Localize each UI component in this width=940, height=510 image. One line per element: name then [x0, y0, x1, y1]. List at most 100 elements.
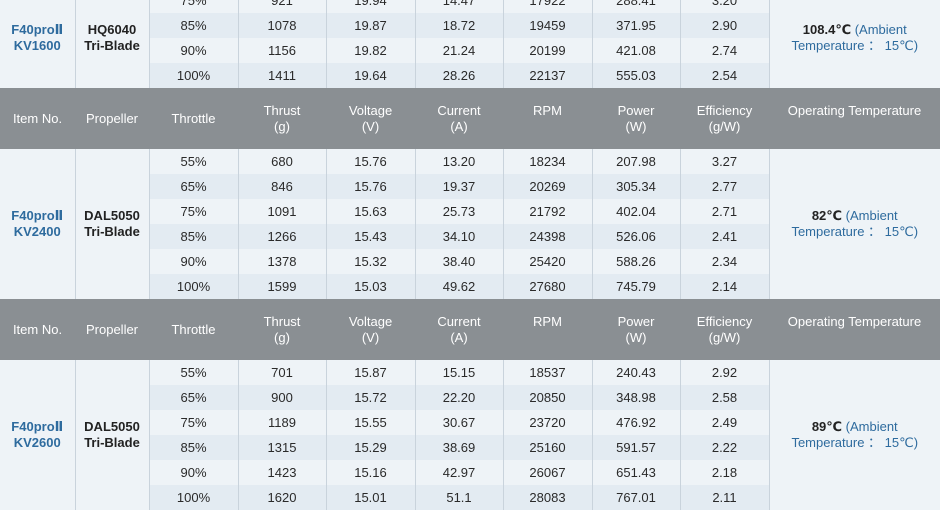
item-number-cell: F40proⅡ KV2400: [0, 149, 75, 299]
data-cell: 42.97: [414, 460, 503, 485]
item-number-line: F40proⅡ: [11, 419, 64, 434]
data-cell: 14.47: [414, 0, 503, 13]
item-kv-line: KV1600: [13, 38, 61, 53]
table-body: F40proⅡ KV1600 HQ6040 Tri-Blade 75% 921 19.94 1…: [0, 0, 940, 510]
data-cell: 526.06: [591, 224, 680, 249]
data-cell: 19.94: [325, 0, 415, 13]
data-cell: 476.92: [591, 410, 680, 435]
data-cell: 85%: [148, 224, 238, 249]
propeller-model: DAL5050: [84, 208, 140, 223]
data-cell: 1091: [237, 199, 326, 224]
data-cell: 55%: [148, 360, 238, 385]
ambient-note: (Ambient: [845, 208, 898, 223]
data-cell: 15.43: [325, 224, 415, 249]
data-cell: 15.15: [414, 360, 503, 385]
propeller-cell: DAL5050 Tri-Blade: [74, 360, 149, 510]
data-cell: 1423: [237, 460, 326, 485]
data-cell: 846: [237, 174, 326, 199]
item-kv-line: KV2600: [13, 435, 61, 450]
data-cell: 2.74: [679, 38, 769, 63]
data-cell: 28083: [502, 485, 592, 510]
data-cell: 19.82: [325, 38, 415, 63]
data-cell: 2.34: [679, 249, 769, 274]
data-cell: 65%: [148, 174, 238, 199]
item-number-cell: F40proⅡ KV2600: [0, 360, 75, 510]
data-cell: 20850: [502, 385, 592, 410]
header-temperature: Operating Temperature: [769, 299, 940, 360]
header-thrust: Thrust (g): [238, 88, 326, 149]
data-cell: 680: [237, 149, 326, 174]
data-cell: 2.22: [679, 435, 769, 460]
data-cell: 2.90: [679, 13, 769, 38]
temperature-value: 82℃: [811, 208, 843, 223]
ambient-temperature-note: Temperature ： 15℃): [791, 38, 919, 53]
data-cell: 18234: [502, 149, 592, 174]
header-row: Item No. Propeller Throttle Thrust (g) Vo…: [0, 299, 940, 360]
data-cell: 591.57: [591, 435, 680, 460]
propeller-model: HQ6040: [87, 22, 137, 37]
item-number-line: F40proⅡ: [11, 22, 64, 37]
data-cell: 49.62: [414, 274, 503, 299]
data-cell: 19459: [502, 13, 592, 38]
data-cell: 51.1: [414, 485, 503, 510]
ambient-temperature-note: Temperature ： 15℃): [791, 435, 919, 450]
data-cell: 421.08: [591, 38, 680, 63]
ambient-temperature-note: Temperature ： 15℃): [791, 224, 919, 239]
header-temperature: Operating Temperature: [769, 88, 940, 149]
data-cell: 15.63: [325, 199, 415, 224]
data-cell: 25160: [502, 435, 592, 460]
data-cell: 745.79: [591, 274, 680, 299]
header-voltage: Voltage (V): [326, 88, 415, 149]
data-cell: 30.67: [414, 410, 503, 435]
data-cell: 20269: [502, 174, 592, 199]
data-cell: 651.43: [591, 460, 680, 485]
data-cell: 15.87: [325, 360, 415, 385]
data-cell: 90%: [148, 460, 238, 485]
data-cell: 85%: [148, 435, 238, 460]
data-cell: 15.32: [325, 249, 415, 274]
data-cell: 21792: [502, 199, 592, 224]
temperature-value: 108.4℃: [802, 22, 852, 37]
data-cell: 19.87: [325, 13, 415, 38]
data-cell: 23720: [502, 410, 592, 435]
propeller-type: Tri-Blade: [84, 435, 140, 450]
data-cell: 27680: [502, 274, 592, 299]
data-cell: 15.03: [325, 274, 415, 299]
data-cell: 348.98: [591, 385, 680, 410]
data-cell: 240.43: [591, 360, 680, 385]
data-cell: 100%: [148, 63, 238, 88]
data-cell: 15.55: [325, 410, 415, 435]
data-cell: 15.16: [325, 460, 415, 485]
data-cell: 2.92: [679, 360, 769, 385]
propeller-type: Tri-Blade: [84, 224, 140, 239]
data-cell: 20199: [502, 38, 592, 63]
header-propeller: Propeller: [75, 88, 149, 149]
data-cell: 588.26: [591, 249, 680, 274]
data-cell: 1620: [237, 485, 326, 510]
propeller-type: Tri-Blade: [84, 38, 140, 53]
data-cell: 2.71: [679, 199, 769, 224]
data-cell: 2.18: [679, 460, 769, 485]
data-cell: 17922: [502, 0, 592, 13]
header-power: Power (W): [592, 88, 680, 149]
data-cell: 371.95: [591, 13, 680, 38]
operating-temperature-cell: 108.4℃ (Ambient Temperature ： 15℃): [768, 0, 940, 88]
data-cell: 701: [237, 360, 326, 385]
data-cell: 18537: [502, 360, 592, 385]
data-cell: 1599: [237, 274, 326, 299]
item-number-cell: F40proⅡ KV1600: [0, 0, 75, 88]
header-power: Power (W): [592, 299, 680, 360]
data-cell: 1078: [237, 13, 326, 38]
data-cell: 1315: [237, 435, 326, 460]
header-efficiency: Efficiency (g/W): [680, 88, 769, 149]
data-cell: 25.73: [414, 199, 503, 224]
data-cell: 24398: [502, 224, 592, 249]
data-cell: 22.20: [414, 385, 503, 410]
data-cell: 921: [237, 0, 326, 13]
data-cell: 90%: [148, 249, 238, 274]
ambient-note: (Ambient: [854, 22, 907, 37]
data-cell: 1156: [237, 38, 326, 63]
data-cell: 26067: [502, 460, 592, 485]
data-cell: 2.14: [679, 274, 769, 299]
ambient-note: (Ambient: [845, 419, 898, 434]
